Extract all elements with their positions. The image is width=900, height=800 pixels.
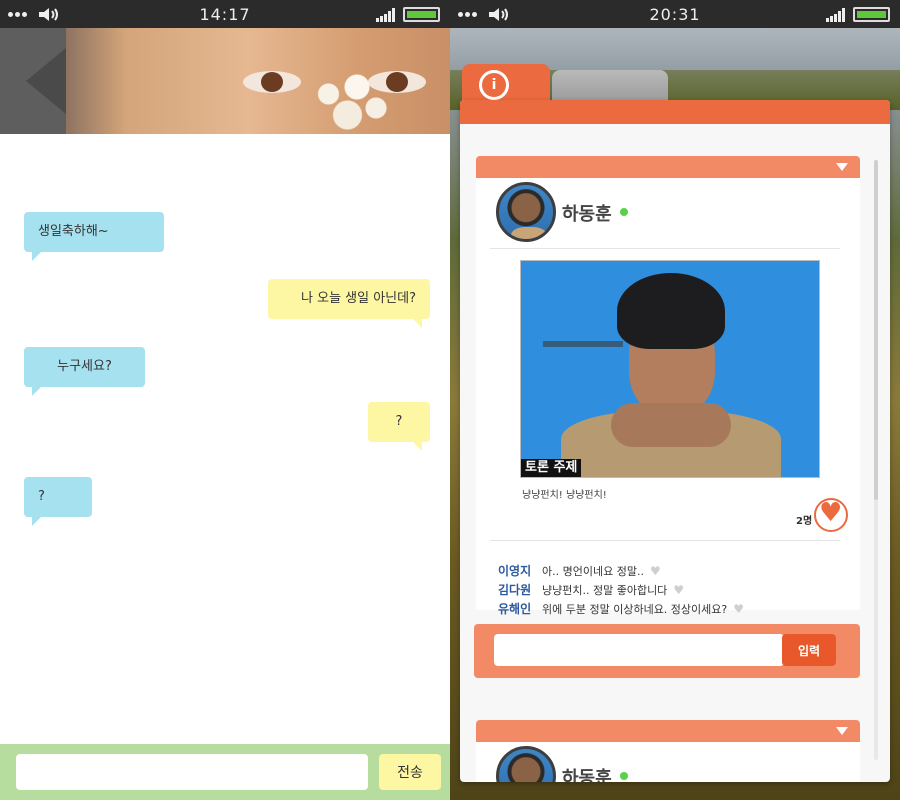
reply-input[interactable]: [494, 634, 784, 666]
comment-row: 유해인 위에 두분 정말 이상하네요. 정상이세요? ♥: [498, 600, 744, 618]
post-header-bar: [476, 720, 860, 742]
post-text: 냥냥펀치! 냥냥펀치!: [522, 490, 607, 501]
avatar[interactable]: [496, 182, 556, 242]
like-button[interactable]: ♥: [814, 498, 848, 532]
scrollbar-thumb[interactable]: [874, 160, 878, 500]
send-button[interactable]: 전송: [379, 754, 441, 790]
caret-down-icon[interactable]: [836, 163, 848, 171]
comment-author[interactable]: 유해인: [498, 600, 542, 617]
flowers: [300, 66, 395, 134]
status-bar: 14:17: [0, 0, 450, 28]
comment-text: 위에 두분 정말 이상하네요. 정상이세요?: [542, 603, 728, 616]
post-author[interactable]: 하동훈: [562, 200, 612, 226]
eye-left: [243, 71, 301, 93]
caret-down-icon[interactable]: [836, 727, 848, 735]
message-bubble: 누구세요?: [24, 347, 145, 396]
tab-home[interactable]: i: [462, 64, 550, 104]
feed-card: 하동훈 토론 주제 냥냥펀치! 냥냥펀치! 2명 ♥ 이영지 아.. 명언이네요 …: [460, 100, 890, 782]
status-bar: 20:31: [450, 0, 900, 28]
like-count: 2명: [796, 516, 813, 527]
message-text: 나 오늘 생일 아닌데?: [301, 291, 416, 306]
right-phone-screen: 20:31 i 하동훈 토론 주제 냥냥펀치! 냥냥펀치! 2명 ♥ 이영지 아…: [450, 0, 900, 800]
message-input[interactable]: [16, 754, 368, 790]
heart-icon[interactable]: ♥: [673, 583, 684, 597]
photo-hands: [611, 403, 731, 447]
post-header-bar: [476, 156, 860, 178]
left-phone-screen: 14:17 생일축하해~ 나 오늘 생일 아닌데? 누구세요? ? ? 전송: [0, 0, 450, 800]
photo-background-pole: [543, 341, 623, 347]
comment-text: 아.. 명언이네요 정말..: [542, 565, 644, 578]
comment-row: 김다원 냥냥펀치.. 정말 좋아합니다 ♥: [498, 581, 684, 599]
post-author[interactable]: 하동훈: [562, 764, 612, 782]
divider: [490, 540, 840, 541]
message-bubble: 생일축하해~: [24, 212, 164, 261]
photo-caption: 토론 주제: [521, 459, 582, 477]
battery-icon: [853, 7, 890, 22]
message-text: 생일축하해~: [38, 224, 109, 239]
online-indicator: [620, 772, 628, 780]
photo-cap: [617, 273, 725, 349]
message-text: ?: [395, 414, 403, 429]
comment-text: 냥냥펀치.. 정말 좋아합니다: [542, 584, 668, 597]
reply-bar: 입력: [474, 624, 860, 678]
tab-secondary[interactable]: [552, 70, 668, 104]
logo-icon: i: [479, 70, 509, 100]
post-photo[interactable]: 토론 주제: [520, 260, 820, 478]
comment-row: 이영지 아.. 명언이네요 정말.. ♥: [498, 562, 661, 580]
comment-author[interactable]: 김다원: [498, 581, 542, 598]
message-bubble: ?: [368, 402, 430, 451]
back-arrow-icon[interactable]: [26, 48, 66, 114]
message-text: 누구세요?: [57, 359, 112, 374]
battery-icon: [403, 7, 440, 22]
card-header-bar: [460, 100, 890, 124]
message-bubble: 나 오늘 생일 아닌데?: [268, 279, 430, 328]
signal-icon: [376, 8, 395, 22]
message-composer: 전송: [0, 744, 450, 800]
message-text: ?: [38, 489, 45, 504]
online-indicator: [620, 208, 628, 216]
signal-icon: [826, 8, 845, 22]
divider: [490, 248, 840, 249]
heart-icon: ♥: [819, 498, 843, 528]
message-bubble: ?: [24, 477, 92, 526]
profile-banner: [0, 28, 450, 134]
submit-reply-button[interactable]: 입력: [782, 634, 836, 666]
heart-icon[interactable]: ♥: [650, 564, 661, 578]
heart-icon[interactable]: ♥: [733, 602, 744, 616]
comment-author[interactable]: 이영지: [498, 562, 542, 579]
